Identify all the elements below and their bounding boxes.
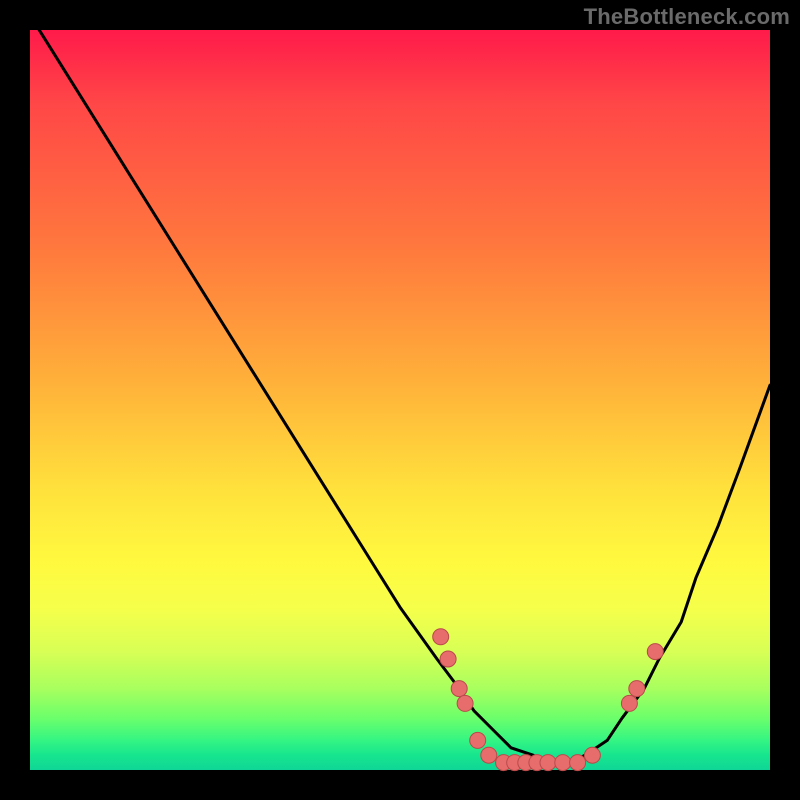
chart-overlay-svg (30, 30, 770, 770)
marker-dot (647, 644, 663, 660)
attribution-text: TheBottleneck.com (584, 4, 790, 30)
marker-dot (570, 755, 586, 771)
marker-dot (540, 755, 556, 771)
chart-root: TheBottleneck.com (0, 0, 800, 800)
marker-dot (621, 695, 637, 711)
marker-dot (470, 732, 486, 748)
marker-dot (481, 747, 497, 763)
marker-dot (584, 747, 600, 763)
marker-dot (440, 651, 456, 667)
marker-dot (629, 681, 645, 697)
marker-dot (433, 629, 449, 645)
marker-dot (555, 755, 571, 771)
scatter-markers (433, 629, 664, 771)
marker-dot (457, 695, 473, 711)
marker-dot (451, 681, 467, 697)
